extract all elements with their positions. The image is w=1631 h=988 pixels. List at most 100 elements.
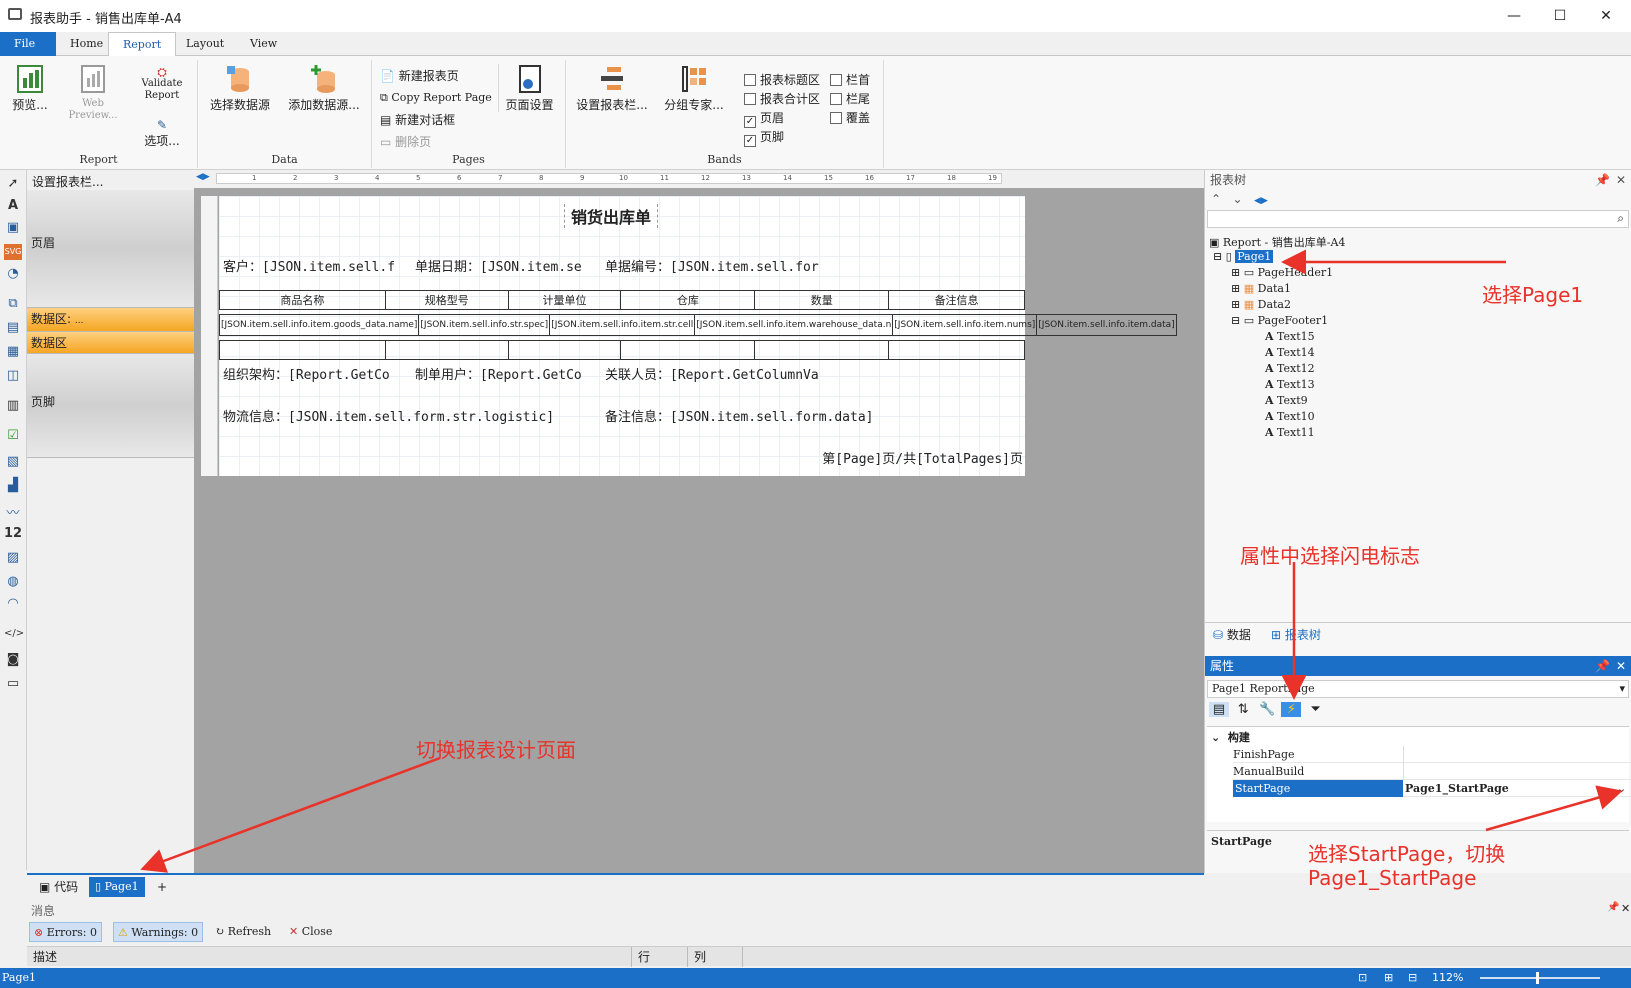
header-cell[interactable]: 计量单位 (507, 290, 622, 310)
tree-data2[interactable]: ⊞ ▦ Data2 (1231, 298, 1291, 311)
matrix-tool-icon[interactable]: ▦ (4, 344, 22, 360)
header-cell[interactable]: 仓库 (620, 290, 756, 310)
close-button[interactable]: ✕ (1583, 4, 1629, 28)
tab-data[interactable]: ⛁ 数据 (1213, 626, 1251, 643)
svg-tool-icon[interactable]: SVG (4, 244, 22, 260)
actual-size-icon[interactable]: ⊟ (1408, 968, 1417, 988)
tab-report-tree[interactable]: ⊞ 报表树 (1271, 626, 1321, 643)
band-page-header[interactable]: 页眉 (27, 190, 194, 308)
checkbox-page-header[interactable]: ✓ 页眉 (744, 110, 784, 128)
pin-icon[interactable]: 📌 (1595, 170, 1610, 190)
data-cell[interactable]: [JSON.item.sell.info.str.spec] (418, 314, 551, 336)
text-doc-no[interactable]: 单据编号：[JSON.item.sell.for (605, 256, 843, 275)
checkbox-report-summary[interactable]: 报表合计区 (744, 91, 820, 107)
text-doc-date[interactable]: 单据日期：[JSON.item.se (415, 256, 601, 275)
tree-root[interactable]: ▣ Report - 销售出库单-A4 (1209, 234, 1345, 250)
copy-page-button[interactable]: ⧉ Copy Report Page (380, 90, 492, 106)
empty-cell[interactable] (620, 340, 756, 360)
band-page-footer[interactable]: 页脚 (27, 354, 194, 458)
tab-report[interactable]: Report (108, 32, 177, 56)
categorized-icon[interactable]: ▤ (1209, 702, 1229, 717)
warnings-button[interactable]: ⚠ Warnings: 0 (113, 922, 204, 942)
checkbox-column-footer[interactable]: 栏尾 (830, 91, 870, 107)
tree-text[interactable]: A Text15 (1265, 330, 1315, 343)
group-expert-button[interactable]: 分组专家... (658, 64, 730, 112)
new-page-button[interactable]: 📄 新建报表页 (380, 68, 459, 84)
close-icon[interactable]: ✕ (1616, 656, 1626, 676)
tree-text[interactable]: A Text9 (1265, 394, 1308, 407)
checkbox-page-footer[interactable]: ✓ 页脚 (744, 129, 784, 147)
data-cell[interactable]: [JSON.item.sell.info.item.goods_data.nam… (218, 314, 420, 336)
tab-code[interactable]: ▣ 代码 (33, 877, 84, 897)
tree-search-input[interactable]: ⌕ (1207, 210, 1629, 228)
col-row[interactable]: 行 (631, 947, 687, 967)
tree-text[interactable]: A Text12 (1265, 362, 1315, 375)
move-down-icon[interactable]: ⌄ (1233, 192, 1243, 206)
map-tool-icon[interactable]: ◍ (4, 574, 22, 590)
header-cell[interactable]: 商品名称 (219, 290, 386, 310)
zoom-slider[interactable] (1480, 972, 1600, 984)
report-page[interactable]: 销货出库单 客户：[JSON.item.sell.f 单据日期：[JSON.it… (218, 196, 1177, 476)
header-table[interactable]: 商品名称 规格型号 计量单位 仓库 数量 备注信息 (219, 290, 1025, 310)
pin-icon[interactable]: 📌 (1595, 656, 1610, 676)
tree-pageheader[interactable]: ⊞ ▭ PageHeader1 (1231, 266, 1333, 279)
data-cell[interactable]: [JSON.item.sell.info.item.nums] (892, 314, 1038, 336)
chart-tool-icon[interactable]: ◫ (4, 368, 22, 384)
band-setup-label[interactable]: 设置报表栏... (32, 173, 103, 190)
subreport-tool-icon[interactable]: ⧉ (4, 296, 22, 312)
prop-row[interactable]: ManualBuild (1233, 763, 1631, 780)
add-datasource-button[interactable]: 添加数据源... (280, 64, 368, 112)
expand-icon[interactable]: ◀▶ (1254, 196, 1268, 206)
select-datasource-button[interactable]: 选择数据源 (202, 64, 278, 112)
bar-chart-tool-icon[interactable]: ▟ (4, 478, 22, 494)
tab-page1[interactable]: ▯ Page1 (89, 877, 145, 897)
report-title[interactable]: 销货出库单 (564, 204, 659, 228)
col-col[interactable]: 列 (687, 947, 743, 967)
web-preview-button[interactable]: Web Preview... (62, 64, 124, 122)
picture-tool-icon[interactable]: ▣ (4, 220, 22, 236)
text-remark[interactable]: 备注信息：[JSON.item.sell.form.data] (605, 406, 1021, 425)
move-up-icon[interactable]: ⌃ (1211, 192, 1221, 206)
data-table[interactable]: [JSON.item.sell.info.item.goods_data.nam… (218, 314, 1177, 336)
header-cell[interactable]: 数量 (754, 290, 890, 310)
object-selector[interactable]: Page1 ReportPage ▾ (1207, 680, 1629, 698)
text-logistics[interactable]: 物流信息：[JSON.item.sell.form.str.logistic] (223, 406, 593, 425)
richtext-tool-icon[interactable]: ▧ (4, 454, 22, 470)
band-data2[interactable]: 数据区 (27, 332, 194, 354)
tree-pagefooter[interactable]: ⊟ ▭ PageFooter1 (1231, 314, 1328, 327)
sparkline-tool-icon[interactable]: 〰 (4, 502, 22, 521)
empty-table[interactable] (219, 340, 1025, 360)
prop-row-selected[interactable]: StartPage Page1_StartPage ⌄ (1233, 780, 1631, 797)
maximize-button[interactable]: ☐ (1537, 4, 1583, 28)
tree-text[interactable]: A Text11 (1265, 426, 1315, 439)
refresh-button[interactable]: ↻ Refresh (215, 922, 271, 942)
html-tool-icon[interactable]: </> (4, 628, 24, 644)
preview-button[interactable]: 预览... (6, 64, 54, 112)
empty-cell[interactable] (219, 340, 386, 360)
startpage-value-input[interactable]: Page1_StartPage (1405, 780, 1605, 797)
camera-tool-icon[interactable]: ◙ (4, 652, 22, 668)
validate-button[interactable]: ⛭ Validate Report (132, 66, 192, 102)
chevron-down-icon[interactable]: ⌄ (1617, 780, 1626, 797)
text-pager[interactable]: 第[Page]页/共[TotalPages]页 (815, 448, 1023, 467)
tree-text[interactable]: A Text13 (1265, 378, 1315, 391)
data-cell[interactable]: [JSON.item.sell.info.item.warehouse_data… (694, 314, 894, 336)
filter-icon[interactable]: ⏷ (1306, 702, 1326, 717)
header-cell[interactable]: 规格型号 (384, 290, 509, 310)
tab-file[interactable]: File (0, 32, 56, 56)
page-setup-button[interactable]: 页面设置 (498, 64, 560, 112)
events-lightning-icon[interactable]: ⚡ (1281, 702, 1302, 717)
props-section[interactable]: ⌄ 构建 (1211, 729, 1250, 745)
prop-value[interactable] (1403, 746, 1631, 763)
form-tool-icon[interactable]: ▭ (4, 676, 22, 692)
col-desc[interactable]: 描述 (33, 947, 57, 967)
empty-cell[interactable] (384, 340, 509, 360)
tab-layout[interactable]: Layout (172, 32, 238, 56)
pin-icon[interactable]: 📌 (1607, 902, 1619, 913)
tree-page1[interactable]: ⊟ ▯ Page1 (1213, 250, 1274, 263)
errors-button[interactable]: ⊗ Errors: 0 (29, 922, 102, 942)
tab-view[interactable]: View (236, 32, 291, 56)
tree-text[interactable]: A Text14 (1265, 346, 1315, 359)
add-page-tab[interactable]: + (151, 877, 173, 897)
header-cell[interactable]: 备注信息 (888, 290, 1025, 310)
